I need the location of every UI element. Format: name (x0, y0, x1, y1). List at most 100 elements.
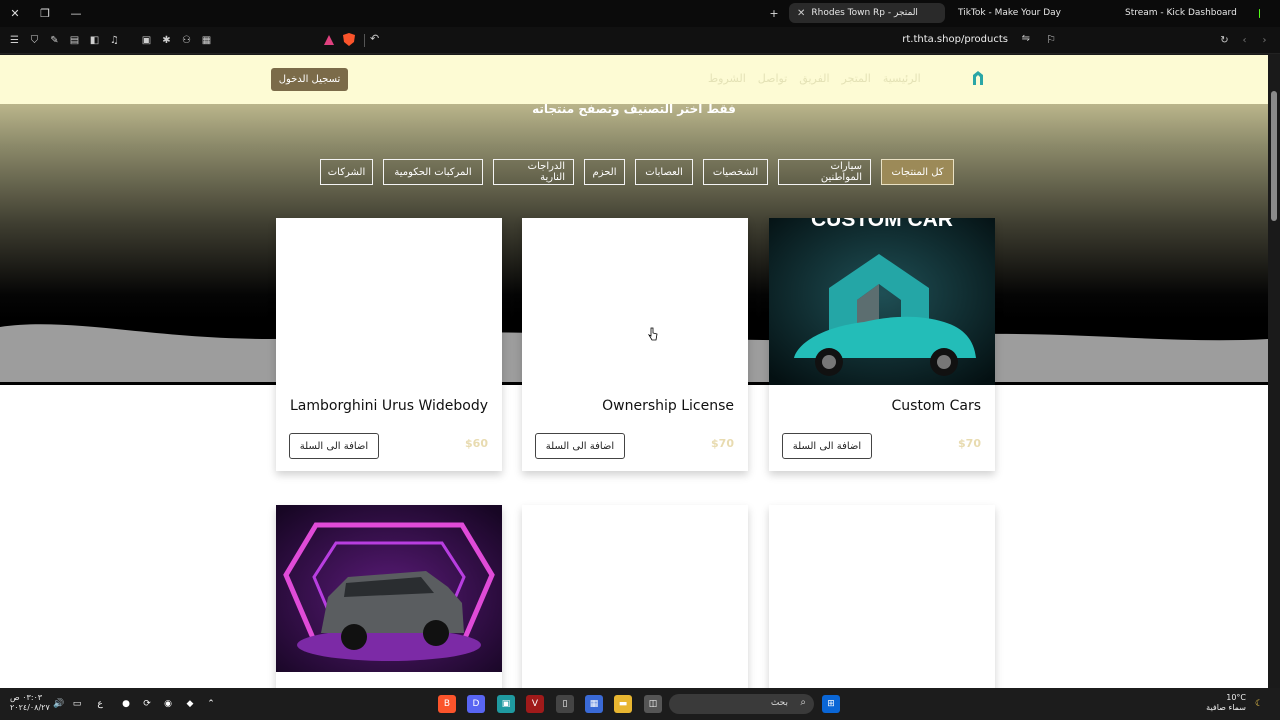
vpn-icon[interactable]: ⚇ (179, 33, 194, 48)
category-citizen-cars[interactable]: سيارات المواطنين (778, 159, 871, 185)
category-motorcycles[interactable]: الدراجات النارية (493, 159, 574, 185)
discord-taskbar-icon[interactable]: D (467, 695, 485, 713)
reader-icon[interactable]: ▤ (67, 33, 82, 48)
back-icon[interactable]: ‹ (1237, 33, 1252, 48)
product-card[interactable]: Ownership License $70 اضافة الى السلة (522, 218, 748, 471)
product-card[interactable] (522, 505, 748, 688)
sidebar-icon[interactable]: ◧ (87, 33, 102, 48)
nav-link[interactable]: تواصل (758, 72, 787, 85)
nav-link[interactable]: المتجر (842, 72, 871, 85)
app-taskbar-icon[interactable]: ▣ (497, 695, 515, 713)
cast-icon[interactable]: ▦ (199, 33, 214, 48)
category-gangs[interactable]: العصابات (635, 159, 693, 185)
os-taskbar: ٠٣:٠٣ ص ٢٠٢٤/٠٨/٢٧ 🔊 ▭ ع ● ⟳ ◉ ◆ ⌃ B D ▣… (0, 688, 1280, 720)
product-card[interactable]: Lamborghini Urus Widebody $60 اضافة الى … (276, 218, 502, 471)
shield-icon[interactable]: ⛉ (27, 33, 42, 48)
product-title[interactable]: Custom Cars (892, 398, 982, 414)
moon-icon: ☾ (1254, 699, 1264, 709)
browser-nav-bar: ☰ ⛉ ✎ ▤ ◧ ♫ ▣ ✱ ⚇ ▦ ↶ rt.thta.shop/produ… (0, 27, 1280, 54)
nav-link[interactable]: الرئيسية (883, 72, 921, 85)
url-text[interactable]: rt.thta.shop/products (902, 34, 1008, 45)
nav-links: الرئيسية المتجر الفريق تواصل الشروط (708, 72, 921, 85)
nav-link[interactable]: الفريق (799, 72, 829, 85)
tab-label: TikTok - Make Your Day (958, 8, 1062, 18)
network-icon[interactable]: ▭ (68, 695, 86, 713)
category-companies[interactable]: الشركات (320, 159, 373, 185)
brave-taskbar-icon[interactable]: B (438, 695, 456, 713)
site-logo-icon[interactable] (970, 70, 986, 87)
category-characters[interactable]: الشخصيات (703, 159, 768, 185)
login-button[interactable]: تسجيل الدخول (271, 68, 348, 91)
product-image[interactable] (276, 505, 502, 672)
brave-shield-icon[interactable] (342, 32, 356, 47)
weather-widget[interactable]: 10°C سماء صافية (1206, 693, 1246, 713)
add-to-cart-button[interactable]: اضافة الى السلة (535, 433, 625, 459)
add-to-cart-button[interactable]: اضافة الى السلة (289, 433, 379, 459)
product-title[interactable]: Ownership License (602, 398, 734, 414)
nav-link[interactable]: الشروط (708, 72, 746, 85)
product-image[interactable] (276, 218, 502, 385)
address-bar[interactable]: ↶ rt.thta.shop/products ⇋ ⚐ (318, 30, 1060, 51)
clock[interactable]: ٠٣:٠٣ ص ٢٠٢٤/٠٨/٢٧ (10, 693, 50, 713)
add-to-cart-button[interactable]: اضافة الى السلة (782, 433, 872, 459)
file-explorer-taskbar-icon[interactable]: ▬ (614, 695, 632, 713)
volume-icon[interactable]: 🔊 (50, 695, 68, 713)
reload-icon[interactable]: ↻ (1217, 33, 1232, 48)
product-price: $60 (465, 437, 488, 450)
close-tab-icon[interactable]: ✕ (797, 8, 805, 19)
mouse-app-taskbar-icon[interactable]: ▯ (556, 695, 574, 713)
product-card[interactable] (769, 505, 995, 688)
language-indicator[interactable]: ع (91, 695, 109, 713)
image-caption: CUSTOM CAR (811, 218, 953, 231)
voicemeeter-taskbar-icon[interactable]: V (526, 695, 544, 713)
menu-icon[interactable]: ☰ (7, 33, 22, 48)
search-placeholder: بحث (770, 698, 788, 708)
tab-kick[interactable]: Stream - Kick Dashboard (1117, 3, 1267, 23)
scrollbar-thumb[interactable] (1271, 91, 1277, 221)
search-icon: ⌕ (800, 697, 806, 708)
music-icon[interactable]: ♫ (107, 33, 122, 48)
site-header: تسجيل الدخول الرئيسية المتجر الفريق تواص… (0, 55, 1268, 104)
tab-tiktok[interactable]: TikTok - Make Your Day (950, 3, 1100, 23)
product-price: $70 (958, 437, 981, 450)
hero-subtitle: فقط اختر التصنيف وتصفح منتجاته (532, 102, 736, 116)
category-bundles[interactable]: الحزم (584, 159, 625, 185)
site-settings-icon[interactable]: ⇋ (1022, 33, 1030, 44)
product-title[interactable]: Lamborghini Urus Widebody (290, 398, 488, 414)
forward-icon[interactable]: › (1257, 33, 1272, 48)
sync-icon[interactable]: ⟳ (138, 695, 156, 713)
page-scrollbar[interactable] (1268, 55, 1280, 688)
microphone-icon[interactable]: ● (117, 695, 135, 713)
close-window-icon[interactable]: ✕ (6, 5, 24, 21)
suv-image (276, 505, 502, 672)
mouse-cursor-icon (648, 327, 658, 341)
shield-tray-icon[interactable]: ◆ (181, 695, 199, 713)
store-taskbar-icon[interactable]: ▦ (585, 695, 603, 713)
pin-icon[interactable]: ✎ (47, 33, 62, 48)
taskbar-search[interactable]: بحث ⌕ (669, 694, 814, 714)
category-government-vehicles[interactable]: المركبات الحكومية (383, 159, 483, 185)
extensions-icon[interactable]: ✱ (159, 33, 174, 48)
tab-label: Rhodes Town Rp - المتجر (811, 8, 918, 18)
tab-label: Stream - Kick Dashboard (1125, 8, 1237, 18)
product-card[interactable] (276, 505, 502, 688)
restore-window-icon[interactable]: ❐ (36, 5, 54, 21)
show-hidden-icons-chevron-up-icon[interactable]: ⌃ (202, 695, 220, 713)
tab-rhodes-town[interactable]: ✕ Rhodes Town Rp - المتجر (789, 3, 945, 23)
clock-time: ٠٣:٠٣ ص (10, 693, 43, 702)
bookmark-icon[interactable]: ⚐ (1046, 33, 1056, 46)
brave-rewards-icon[interactable] (323, 34, 335, 46)
product-image[interactable]: CUSTOM CAR (769, 218, 995, 385)
share-icon[interactable]: ↶ (370, 32, 379, 45)
windows-start-icon[interactable]: ⊞ (822, 695, 840, 713)
category-all[interactable]: كل المنتجات (881, 159, 954, 185)
new-tab-icon[interactable]: + (765, 5, 783, 21)
task-view-taskbar-icon[interactable]: ◫ (644, 695, 662, 713)
weather-temp: 10°C (1226, 693, 1246, 702)
wallet-icon[interactable]: ▣ (139, 33, 154, 48)
minimize-window-icon[interactable]: — (67, 5, 85, 21)
product-image[interactable] (522, 218, 748, 385)
product-card[interactable]: CUSTOM CAR Custom Cars $70 اضافة الى الس… (769, 218, 995, 471)
steam-icon[interactable]: ◉ (159, 695, 177, 713)
divider (364, 34, 365, 47)
